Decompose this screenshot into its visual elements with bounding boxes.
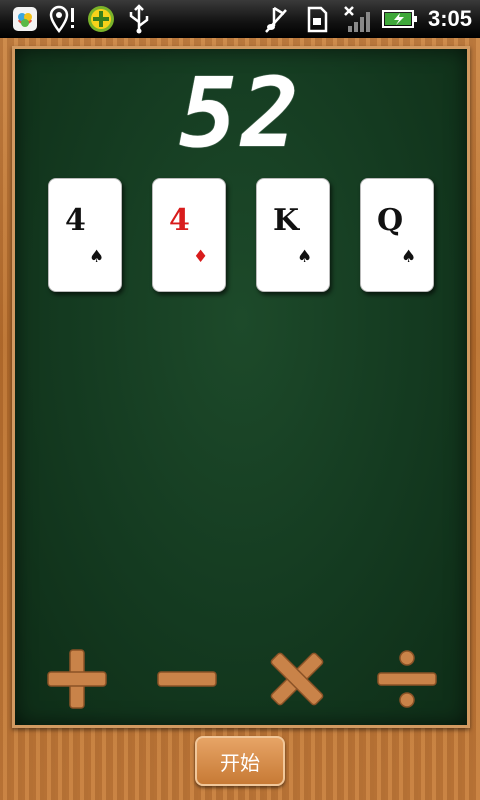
card-rank: 4 xyxy=(65,203,86,238)
plus-button[interactable] xyxy=(37,639,117,719)
divide-button[interactable] xyxy=(367,639,447,719)
minus-button[interactable] xyxy=(147,639,227,719)
wood-frame: 52 4 ♠ 4 ♦ K ♠ Q ♠ 开始 xyxy=(0,38,480,800)
spade-icon: ♠ xyxy=(401,247,417,267)
app-store-icon[interactable] xyxy=(10,4,40,34)
card-rank: K xyxy=(273,203,300,238)
start-button[interactable]: 开始 xyxy=(195,736,285,786)
minus-icon xyxy=(157,671,217,687)
battery-charging-icon xyxy=(381,4,418,34)
multiply-button[interactable] xyxy=(257,639,337,719)
spade-icon: ♠ xyxy=(297,247,313,267)
card-rank: Q xyxy=(377,203,404,238)
spade-icon: ♠ xyxy=(89,247,105,267)
multiply-icon xyxy=(270,652,324,706)
clock: 3:05 xyxy=(427,6,472,31)
plus-badge-icon xyxy=(86,4,116,34)
music-off-icon xyxy=(262,4,292,34)
card-2[interactable]: 4 ♦ xyxy=(152,178,226,292)
target-number: 52 xyxy=(179,57,303,169)
card-4[interactable]: Q ♠ xyxy=(360,178,434,292)
card-3[interactable]: K ♠ xyxy=(256,178,330,292)
usb-icon xyxy=(124,4,154,34)
divide-icon xyxy=(377,650,437,708)
location-alert-icon xyxy=(48,4,78,34)
status-bar: 3:05 xyxy=(0,0,480,38)
diamond-icon: ♦ xyxy=(193,247,209,267)
signal-no-service-icon xyxy=(342,4,372,34)
game-board: 52 4 ♠ 4 ♦ K ♠ Q ♠ xyxy=(12,46,470,728)
card-1[interactable]: 4 ♠ xyxy=(48,178,122,292)
plus-icon xyxy=(47,649,107,709)
card-rank: 4 xyxy=(169,203,190,238)
operator-row xyxy=(15,639,467,729)
sd-card-icon xyxy=(302,4,332,34)
